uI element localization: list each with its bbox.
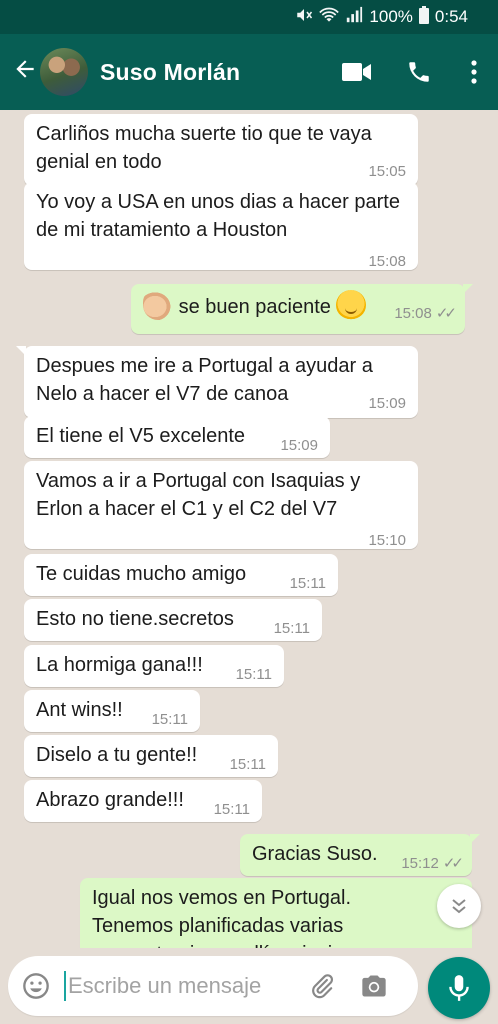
battery-percentage: 100% <box>369 7 413 26</box>
message-text: Vamos a ir a Portugal con Isaquias y Erl… <box>36 470 361 520</box>
mute-icon <box>295 6 313 29</box>
message-time: 15:09 <box>368 395 406 412</box>
scroll-to-bottom-button[interactable] <box>437 884 481 928</box>
bubble-tail <box>470 834 480 844</box>
contact-avatar[interactable] <box>40 48 88 96</box>
message-outgoing[interactable]: se buen paciente 15:08 ✓✓ <box>131 284 473 334</box>
message-time: 15:08 <box>394 305 432 322</box>
smirking-face-emoji <box>336 290 367 320</box>
message-text: Yo voy a USA en unos dias a hacer parte … <box>36 191 400 241</box>
double-chevron-down-icon <box>452 899 466 914</box>
message-time: 15:10 <box>368 532 406 549</box>
attach-icon[interactable] <box>296 973 348 999</box>
message-incoming[interactable]: Te cuidas mucho amigo 15:11 <box>24 554 338 596</box>
message-text: se buen paciente <box>178 296 331 318</box>
message-time: 15:11 <box>151 711 188 728</box>
message-incoming[interactable]: Esto no tiene.secretos 15:11 <box>24 599 322 641</box>
message-time: 15:12 <box>401 855 439 872</box>
message-time: 15:11 <box>273 620 310 637</box>
message-incoming[interactable]: Ant wins!! 15:11 <box>24 690 200 732</box>
message-meta: 15:08 ✓✓ <box>394 300 457 328</box>
message-text: Te cuidas mucho amigo <box>36 563 247 585</box>
message-time: 15:11 <box>213 801 250 818</box>
signal-icon <box>345 6 363 29</box>
message-text: Despues me ire a Portugal a ayudar a Nel… <box>36 355 373 405</box>
message-time: 15:11 <box>235 666 272 683</box>
message-time: 15:11 <box>289 575 326 592</box>
message-incoming[interactable]: Carliños mucha suerte tio que te vaya ge… <box>24 114 418 186</box>
message-text: Abrazo grande!!! <box>36 789 184 811</box>
message-incoming[interactable]: El tiene el V5 excelente 15:09 <box>24 416 330 458</box>
message-text: Ant wins!! <box>36 699 123 721</box>
message-incoming[interactable]: Abrazo grande!!! 15:11 <box>24 780 262 822</box>
battery-icon <box>418 5 429 29</box>
camera-icon[interactable] <box>348 973 400 999</box>
message-incoming[interactable]: Vamos a ir a Portugal con Isaquias y Erl… <box>24 461 418 549</box>
message-input-container <box>8 956 418 1016</box>
contact-name[interactable]: Suso Morlán <box>100 59 326 86</box>
back-arrow-icon[interactable] <box>8 56 42 89</box>
message-incoming[interactable]: Diselo a tu gente!! 15:11 <box>24 735 278 777</box>
message-time: 15:08 <box>368 253 406 270</box>
message-outgoing[interactable]: Igual nos vemos en Portugal. Tenemos pla… <box>80 878 472 948</box>
message-text: La hormiga gana!!! <box>36 654 203 676</box>
message-outgoing[interactable]: Gracias Suso. 15:12 ✓✓ <box>240 834 480 878</box>
more-options-icon[interactable] <box>450 60 498 84</box>
double-check-icon: ✓✓ <box>442 855 464 872</box>
message-incoming[interactable]: Despues me ire a Portugal a ayudar a Nel… <box>16 346 418 418</box>
flexed-biceps-emoji <box>143 290 173 320</box>
message-time: 15:09 <box>280 437 318 454</box>
composer-bar <box>0 948 498 1024</box>
message-incoming[interactable]: Yo voy a USA en unos dias a hacer parte … <box>24 182 418 270</box>
message-text: Igual nos vemos en Portugal. Tenemos pla… <box>92 887 372 948</box>
message-incoming[interactable]: La hormiga gana!!! 15:11 <box>24 645 284 687</box>
message-text: El tiene el V5 excelente <box>36 425 246 447</box>
message-meta: 15:12 ✓✓ <box>401 850 464 878</box>
microphone-icon <box>449 975 469 1001</box>
bubble-tail <box>463 284 473 294</box>
message-text: Carliños mucha suerte tio que te vaya ge… <box>36 123 372 173</box>
voice-message-button[interactable] <box>428 957 490 1019</box>
status-bar: 100% 0:54 <box>0 0 498 34</box>
message-text: Diselo a tu gente!! <box>36 744 198 766</box>
bubble-tail <box>16 346 26 356</box>
wifi-icon <box>319 6 340 29</box>
chat-header: Suso Morlán <box>0 34 498 110</box>
message-time: 15:11 <box>229 756 266 773</box>
voice-call-icon[interactable] <box>388 59 450 85</box>
video-call-icon[interactable] <box>326 61 388 83</box>
message-text: Gracias Suso. <box>252 843 378 865</box>
double-check-icon: ✓✓ <box>435 305 457 322</box>
message-input[interactable] <box>66 973 296 999</box>
emoji-icon[interactable] <box>8 972 64 1000</box>
chat-area[interactable]: Carliños mucha suerte tio que te vaya ge… <box>0 110 498 948</box>
clock: 0:54 <box>434 7 468 26</box>
message-text: Esto no tiene.secretos <box>36 608 234 630</box>
